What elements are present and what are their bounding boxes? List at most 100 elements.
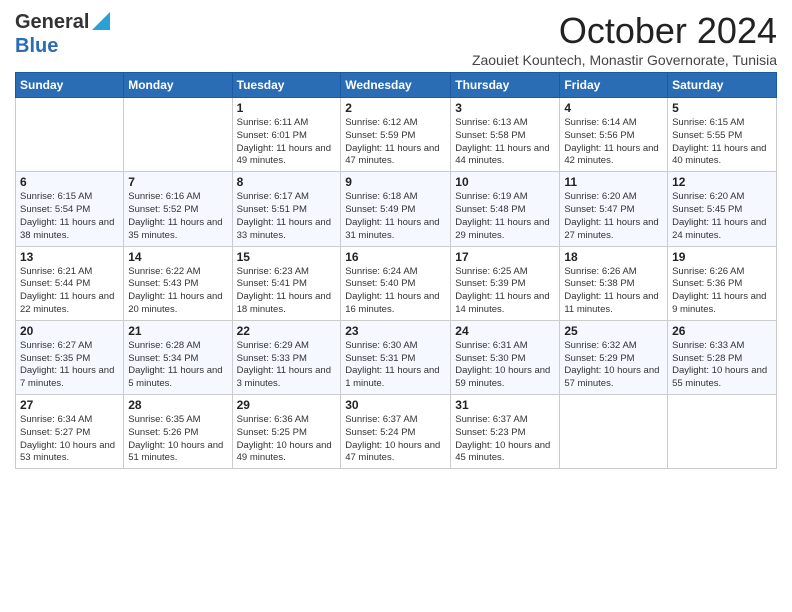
cell-sun-info: Sunrise: 6:18 AMSunset: 5:49 PMDaylight:… <box>345 191 446 242</box>
cell-sun-info: Sunrise: 6:19 AMSunset: 5:48 PMDaylight:… <box>455 191 555 242</box>
logo-triangle-icon <box>92 12 110 35</box>
cell-sun-info: Sunrise: 6:23 AMSunset: 5:41 PMDaylight:… <box>237 266 337 317</box>
calendar-cell: 8Sunrise: 6:17 AMSunset: 5:51 PMDaylight… <box>232 172 341 246</box>
day-number: 29 <box>237 398 337 412</box>
calendar-cell: 12Sunrise: 6:20 AMSunset: 5:45 PMDayligh… <box>668 172 777 246</box>
calendar-cell: 25Sunrise: 6:32 AMSunset: 5:29 PMDayligh… <box>560 320 668 394</box>
calendar-cell: 6 Sunrise: 6:15 AMSunset: 5:54 PMDaylight… <box>16 172 124 246</box>
cell-sun-info: Sunrise: 6:29 AMSunset: 5:33 PMDaylight:… <box>237 340 337 391</box>
calendar-cell: 17Sunrise: 6:25 AMSunset: 5:39 PMDayligh… <box>451 246 560 320</box>
day-number: 13 <box>20 250 119 264</box>
location-subtitle: Zaouiet Kountech, Monastir Governorate, … <box>472 52 777 68</box>
logo-blue: Blue <box>15 35 58 57</box>
calendar-cell: 26 Sunrise: 6:33 AMSunset: 5:28 PMDayligh… <box>668 320 777 394</box>
day-number: 1 <box>237 101 337 115</box>
day-number: 10 <box>455 175 555 189</box>
cell-sun-info: Sunrise: 6:30 AMSunset: 5:31 PMDaylight:… <box>345 340 446 391</box>
calendar-cell: 4Sunrise: 6:14 AMSunset: 5:56 PMDaylight… <box>560 98 668 172</box>
cell-sun-info: Sunrise: 6:32 AMSunset: 5:29 PMDaylight:… <box>564 340 663 391</box>
calendar-cell <box>16 98 124 172</box>
day-number: 31 <box>455 398 555 412</box>
calendar-cell: 30 Sunrise: 6:37 AMSunset: 5:24 PMDayligh… <box>341 395 451 469</box>
day-number: 17 <box>455 250 555 264</box>
calendar-table: SundayMondayTuesdayWednesdayThursdayFrid… <box>15 72 777 469</box>
logo: General Blue <box>15 10 110 58</box>
col-header-tuesday: Tuesday <box>232 73 341 98</box>
cell-sun-info: Sunrise: 6:12 AMSunset: 5:59 PMDaylight:… <box>345 117 446 168</box>
title-block: October 2024 Zaouiet Kountech, Monastir … <box>472 10 777 68</box>
day-number: 23 <box>345 324 446 338</box>
day-number: 6 <box>20 175 119 189</box>
cell-sun-info: Sunrise: 6:27 AMSunset: 5:35 PMDaylight:… <box>20 340 119 391</box>
calendar-cell: 22 Sunrise: 6:29 AMSunset: 5:33 PMDayligh… <box>232 320 341 394</box>
calendar-cell: 10 Sunrise: 6:19 AMSunset: 5:48 PMDayligh… <box>451 172 560 246</box>
cell-sun-info: Sunrise: 6:15 AMSunset: 5:55 PMDaylight:… <box>672 117 772 168</box>
calendar-cell: 21Sunrise: 6:28 AMSunset: 5:34 PMDayligh… <box>124 320 232 394</box>
cell-sun-info: Sunrise: 6:26 AMSunset: 5:38 PMDaylight:… <box>564 266 663 317</box>
calendar-cell: 16 Sunrise: 6:24 AMSunset: 5:40 PMDayligh… <box>341 246 451 320</box>
cell-sun-info: Sunrise: 6:31 AMSunset: 5:30 PMDaylight:… <box>455 340 555 391</box>
cell-sun-info: Sunrise: 6:37 AMSunset: 5:23 PMDaylight:… <box>455 414 555 465</box>
logo-general: General <box>15 11 89 34</box>
calendar-cell: 15 Sunrise: 6:23 AMSunset: 5:41 PMDayligh… <box>232 246 341 320</box>
day-number: 28 <box>128 398 227 412</box>
day-number: 16 <box>345 250 446 264</box>
day-number: 27 <box>20 398 119 412</box>
cell-sun-info: Sunrise: 6:37 AMSunset: 5:24 PMDaylight:… <box>345 414 446 465</box>
col-header-wednesday: Wednesday <box>341 73 451 98</box>
day-number: 8 <box>237 175 337 189</box>
cell-sun-info: Sunrise: 6:34 AMSunset: 5:27 PMDaylight:… <box>20 414 119 465</box>
calendar-cell: 11 Sunrise: 6:20 AMSunset: 5:47 PMDayligh… <box>560 172 668 246</box>
col-header-saturday: Saturday <box>668 73 777 98</box>
col-header-friday: Friday <box>560 73 668 98</box>
calendar-cell: 19Sunrise: 6:26 AMSunset: 5:36 PMDayligh… <box>668 246 777 320</box>
day-number: 30 <box>345 398 446 412</box>
calendar-cell: 20 Sunrise: 6:27 AMSunset: 5:35 PMDayligh… <box>16 320 124 394</box>
day-number: 4 <box>564 101 663 115</box>
cell-sun-info: Sunrise: 6:13 AMSunset: 5:58 PMDaylight:… <box>455 117 555 168</box>
calendar-week-row: 6 Sunrise: 6:15 AMSunset: 5:54 PMDaylight… <box>16 172 777 246</box>
cell-sun-info: Sunrise: 6:16 AMSunset: 5:52 PMDaylight:… <box>128 191 227 242</box>
cell-sun-info: Sunrise: 6:11 AMSunset: 6:01 PMDaylight:… <box>237 117 337 168</box>
calendar-week-row: 1 Sunrise: 6:11 AMSunset: 6:01 PMDaylight… <box>16 98 777 172</box>
calendar-cell: 28 Sunrise: 6:35 AMSunset: 5:26 PMDayligh… <box>124 395 232 469</box>
page: General Blue October 2024 Zaouiet Kounte… <box>0 0 792 479</box>
col-header-monday: Monday <box>124 73 232 98</box>
day-number: 24 <box>455 324 555 338</box>
calendar-cell: 14 Sunrise: 6:22 AMSunset: 5:43 PMDayligh… <box>124 246 232 320</box>
cell-sun-info: Sunrise: 6:22 AMSunset: 5:43 PMDaylight:… <box>128 266 227 317</box>
calendar-cell: 18 Sunrise: 6:26 AMSunset: 5:38 PMDayligh… <box>560 246 668 320</box>
day-number: 22 <box>237 324 337 338</box>
day-number: 14 <box>128 250 227 264</box>
calendar-cell: 24 Sunrise: 6:31 AMSunset: 5:30 PMDayligh… <box>451 320 560 394</box>
day-number: 5 <box>672 101 772 115</box>
calendar-cell <box>668 395 777 469</box>
day-number: 9 <box>345 175 446 189</box>
calendar-week-row: 13Sunrise: 6:21 AMSunset: 5:44 PMDayligh… <box>16 246 777 320</box>
day-number: 20 <box>20 324 119 338</box>
cell-sun-info: Sunrise: 6:24 AMSunset: 5:40 PMDaylight:… <box>345 266 446 317</box>
cell-sun-info: Sunrise: 6:33 AMSunset: 5:28 PMDaylight:… <box>672 340 772 391</box>
cell-sun-info: Sunrise: 6:20 AMSunset: 5:47 PMDaylight:… <box>564 191 663 242</box>
col-header-thursday: Thursday <box>451 73 560 98</box>
day-number: 2 <box>345 101 446 115</box>
calendar-cell: 31 Sunrise: 6:37 AMSunset: 5:23 PMDayligh… <box>451 395 560 469</box>
cell-sun-info: Sunrise: 6:15 AMSunset: 5:54 PMDaylight:… <box>20 191 119 242</box>
day-number: 21 <box>128 324 227 338</box>
day-number: 26 <box>672 324 772 338</box>
calendar-week-row: 27 Sunrise: 6:34 AMSunset: 5:27 PMDayligh… <box>16 395 777 469</box>
calendar-cell: 27 Sunrise: 6:34 AMSunset: 5:27 PMDayligh… <box>16 395 124 469</box>
day-number: 12 <box>672 175 772 189</box>
day-number: 15 <box>237 250 337 264</box>
calendar-cell: 7Sunrise: 6:16 AMSunset: 5:52 PMDaylight… <box>124 172 232 246</box>
calendar-cell: 23 Sunrise: 6:30 AMSunset: 5:31 PMDayligh… <box>341 320 451 394</box>
cell-sun-info: Sunrise: 6:35 AMSunset: 5:26 PMDaylight:… <box>128 414 227 465</box>
calendar-week-row: 20 Sunrise: 6:27 AMSunset: 5:35 PMDayligh… <box>16 320 777 394</box>
calendar-cell: 9 Sunrise: 6:18 AMSunset: 5:49 PMDaylight… <box>341 172 451 246</box>
col-header-sunday: Sunday <box>16 73 124 98</box>
day-number: 11 <box>564 175 663 189</box>
calendar-cell: 13Sunrise: 6:21 AMSunset: 5:44 PMDayligh… <box>16 246 124 320</box>
day-number: 18 <box>564 250 663 264</box>
header: General Blue October 2024 Zaouiet Kounte… <box>15 10 777 68</box>
calendar-cell <box>124 98 232 172</box>
